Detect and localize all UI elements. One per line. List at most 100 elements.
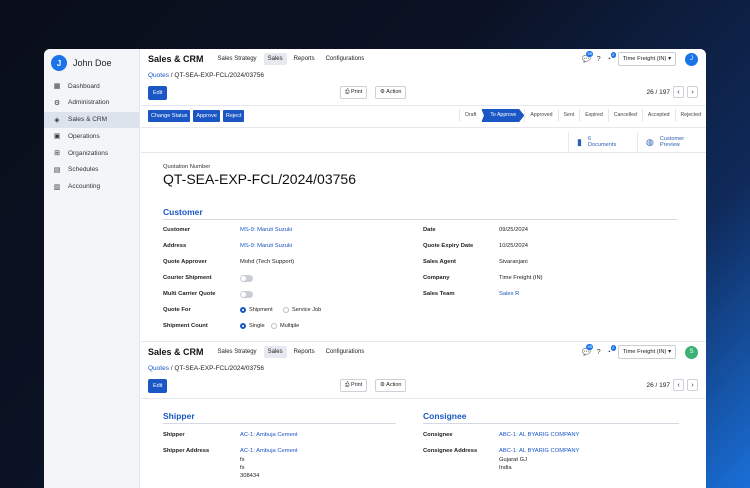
chevron-left-icon: ‹ — [677, 88, 680, 96]
shipper-section-title: Shipper — [163, 411, 195, 421]
sidebar-item-organizations[interactable]: ⊞ Organizations — [44, 145, 139, 161]
sidebar-item-sales-crm[interactable]: ◈ Sales & CRM — [44, 111, 139, 128]
top-avatar[interactable]: S — [685, 345, 698, 359]
quote-expiry-value: 10/25/2024 — [499, 243, 529, 249]
tab-sales-strategy[interactable]: Sales Strategy — [214, 53, 261, 65]
print-button[interactable]: ⎙ Print — [340, 379, 368, 392]
sidebar-item-schedules[interactable]: ▤ Schedules — [44, 162, 139, 178]
sidebar-item-label: Organizations — [68, 149, 109, 157]
stage-sent[interactable]: Sent — [557, 109, 580, 122]
shipment-count-single-radio[interactable]: Single — [240, 323, 265, 329]
address-value[interactable]: MS-9: Maruti Suzuki — [240, 243, 292, 249]
action-button[interactable]: ⚙ Action — [375, 86, 407, 99]
company-select[interactable]: Time Freight (IN) ▾ — [617, 345, 676, 359]
top-right-tools: 💬 99 ? ◔ 2 Time Freight (IN) ▾ J — [576, 51, 698, 66]
sidebar-item-administration[interactable]: ⚙ Administration — [44, 95, 139, 111]
next-page-button[interactable]: › — [687, 86, 698, 98]
stage-accepted[interactable]: Accepted — [641, 109, 675, 122]
calendar-icon: ▤ — [53, 166, 61, 174]
divider — [141, 105, 706, 106]
activity-icon[interactable]: ◔ 2 — [607, 51, 616, 63]
section-divider — [163, 423, 396, 424]
print-button[interactable]: ⎙ Print — [340, 86, 368, 99]
stage-cancelled[interactable]: Cancelled — [607, 109, 642, 122]
tab-configurations[interactable]: Configurations — [322, 346, 369, 358]
company-select[interactable]: Time Freight (IN) ▾ — [617, 52, 676, 66]
radio-label: Service Job — [292, 307, 322, 313]
breadcrumb-quotes[interactable]: Quotes — [148, 365, 169, 372]
stage-expired[interactable]: Expired — [579, 109, 608, 122]
tab-sales[interactable]: Sales — [263, 53, 287, 65]
edit-button[interactable]: Edit — [148, 379, 168, 393]
activity-icon[interactable]: ◔ 2 — [607, 344, 616, 356]
tab-configurations[interactable]: Configurations — [322, 53, 369, 65]
sidebar-item-label: Dashboard — [68, 82, 100, 90]
sidebar-item-accounting[interactable]: ▥ Accounting — [44, 179, 139, 195]
shipper-address-line: 308434 — [240, 473, 260, 479]
change-status-button[interactable]: Change Status — [148, 109, 191, 122]
chat-icon[interactable]: 💬 99 — [582, 344, 594, 356]
quotation-label: Quotation Number — [163, 164, 211, 170]
sidebar-item-dashboard[interactable]: ▦ Dashboard — [44, 78, 139, 94]
top-bar: Sales & CRM Sales Strategy Sales Reports… — [141, 342, 706, 362]
quote-approver-value: Mohd (Tech Support) — [240, 259, 295, 265]
edit-button[interactable]: Edit — [148, 86, 168, 100]
chat-badge: 99 — [586, 51, 594, 57]
shipper-value[interactable]: AC-1: Ambuja Cement — [240, 432, 298, 438]
help-icon[interactable]: ? — [597, 56, 601, 63]
consignee-address-value[interactable]: ABC-1: AL BYARIG COMPANY — [499, 448, 579, 454]
customer-value[interactable]: MS-9: Maruti Suzuki — [240, 227, 292, 233]
date-value: 09/25/2024 — [499, 227, 529, 233]
sidebar-item-operations[interactable]: ▣ Operations — [44, 128, 139, 144]
sales-team-value[interactable]: Sales R — [499, 291, 519, 297]
chat-icon[interactable]: 💬 99 — [582, 51, 594, 63]
stage-draft[interactable]: Draft — [459, 109, 481, 122]
company-name: Time Freight (IN) — [622, 349, 667, 355]
top-avatar[interactable]: J — [685, 52, 698, 66]
shipment-count-multiple-radio[interactable]: Multiple — [271, 323, 299, 329]
shipper-address-value[interactable]: AC-1: Ambuja Cement — [240, 448, 298, 454]
reject-button[interactable]: Reject — [222, 109, 245, 122]
consignee-section-title: Consignee — [423, 411, 467, 421]
activity-badge: 2 — [610, 51, 616, 58]
approve-button[interactable]: Approve — [193, 109, 220, 122]
tab-sales-strategy[interactable]: Sales Strategy — [214, 346, 261, 358]
sidebar-item-label: Administration — [68, 99, 110, 107]
address-label: Address — [163, 243, 187, 249]
consignee-value[interactable]: ABC-1: AL BYARIG COMPANY — [499, 432, 579, 438]
prev-page-button[interactable]: ‹ — [673, 86, 684, 98]
tab-sales[interactable]: Sales — [263, 346, 287, 358]
top-right-tools: 💬 99 ? ◔ 2 Time Freight (IN) ▾ S — [576, 344, 698, 359]
user-avatar[interactable]: J — [51, 55, 67, 71]
sidebar-item-label: Schedules — [68, 166, 99, 174]
quote-for-shipment-radio[interactable]: Shipment — [240, 307, 273, 313]
stage-to-approve[interactable]: To Approve — [481, 109, 525, 122]
quote-form-top: Sales & CRM Sales Strategy Sales Reports… — [141, 49, 706, 341]
sales-agent-value: Sivaranjani — [499, 259, 528, 265]
prev-page-button[interactable]: ‹ — [673, 379, 684, 391]
courier-shipment-toggle[interactable] — [240, 275, 253, 282]
multi-carrier-toggle[interactable] — [240, 291, 253, 298]
user-profile[interactable]: J John Doe — [51, 52, 139, 74]
stage-rejected[interactable]: Rejected — [674, 109, 706, 122]
consignee-address-line: Gujarat GJ — [499, 457, 528, 463]
documents-button[interactable]: ▮ 6 Documents — [568, 132, 637, 152]
sidebar-nav: ▦ Dashboard ⚙ Administration ◈ Sales & C… — [44, 78, 139, 195]
help-icon[interactable]: ? — [597, 349, 601, 356]
customer-preview-button[interactable]: ◍ Customer Preview — [637, 132, 706, 152]
radio-label: Shipment — [249, 307, 273, 313]
action-button[interactable]: ⚙ Action — [375, 379, 407, 392]
chevron-right-icon: › — [691, 88, 694, 96]
company-label: Company — [423, 275, 450, 281]
tab-reports[interactable]: Reports — [290, 53, 319, 65]
breadcrumb: Quotes / QT-SEA-EXP-FCL/2024/03756 — [148, 72, 706, 81]
quote-for-service-job-radio[interactable]: Service Job — [283, 307, 321, 313]
stage-approved[interactable]: Approved — [524, 109, 557, 122]
sales-agent-label: Sales Agent — [423, 259, 456, 265]
breadcrumb-quotes[interactable]: Quotes — [148, 72, 169, 79]
next-page-button[interactable]: › — [687, 379, 698, 391]
tab-reports[interactable]: Reports — [290, 346, 319, 358]
activity-badge: 2 — [610, 344, 616, 351]
truck-icon: ▣ — [53, 133, 61, 141]
pager-count: 26 / 197 — [646, 88, 671, 96]
